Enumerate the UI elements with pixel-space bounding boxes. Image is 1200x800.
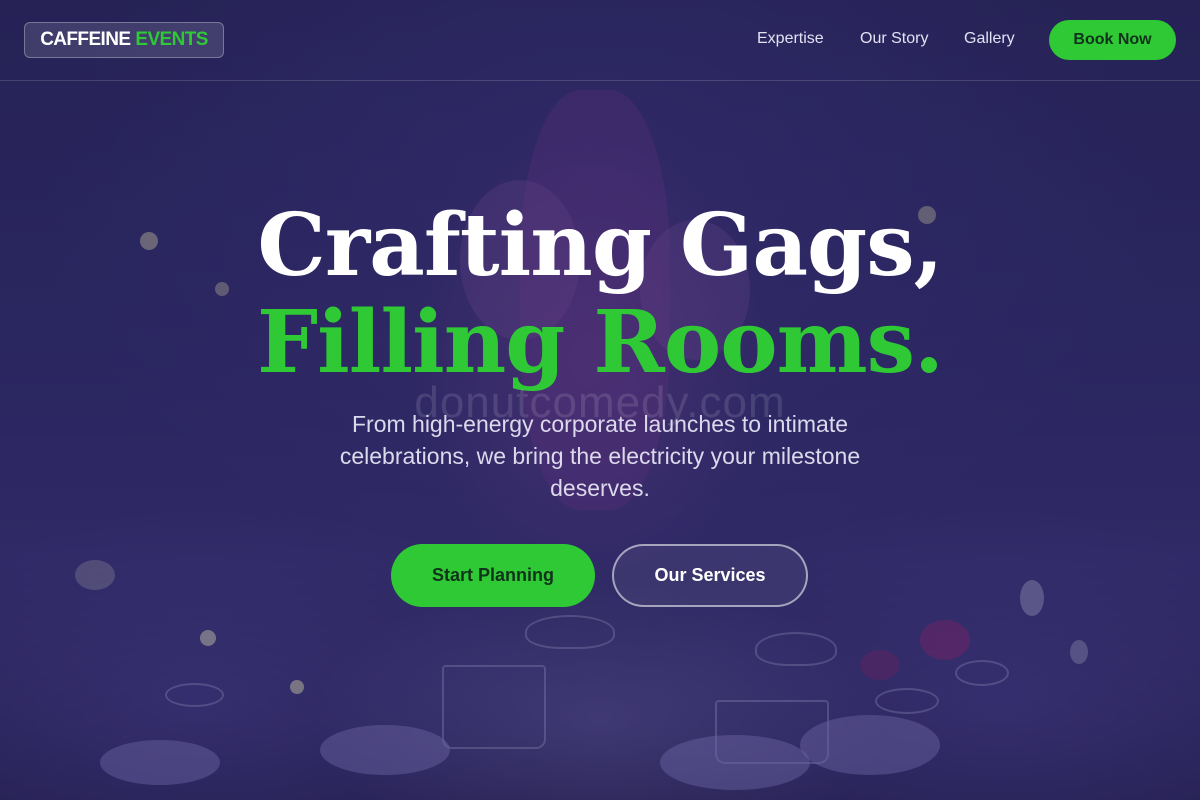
nav-item-gallery[interactable]: Gallery (964, 30, 1015, 48)
nav-item-our-story[interactable]: Our Story (860, 30, 928, 48)
brand-name-primary: CAFFEINE (40, 29, 131, 50)
site-header: CAFFEINE EVENTS Expertise Our Story Gall… (0, 0, 1200, 81)
hero-subtitle: From high-energy corporate launches to i… (339, 411, 861, 501)
brand-logo[interactable]: CAFFEINE EVENTS (24, 22, 224, 58)
brand-name-accent: EVENTS (135, 29, 208, 50)
book-now-button[interactable]: Book Now (1049, 20, 1176, 60)
hero-title-line1: Crafting Gags, (257, 195, 943, 296)
start-planning-button[interactable]: Start Planning (391, 544, 595, 607)
our-services-button[interactable]: Our Services (612, 544, 808, 607)
nav-item-expertise[interactable]: Expertise (757, 30, 824, 48)
page: CAFFEINE EVENTS Expertise Our Story Gall… (0, 0, 1200, 800)
hero-title-line2: Filling Rooms. (257, 292, 944, 393)
